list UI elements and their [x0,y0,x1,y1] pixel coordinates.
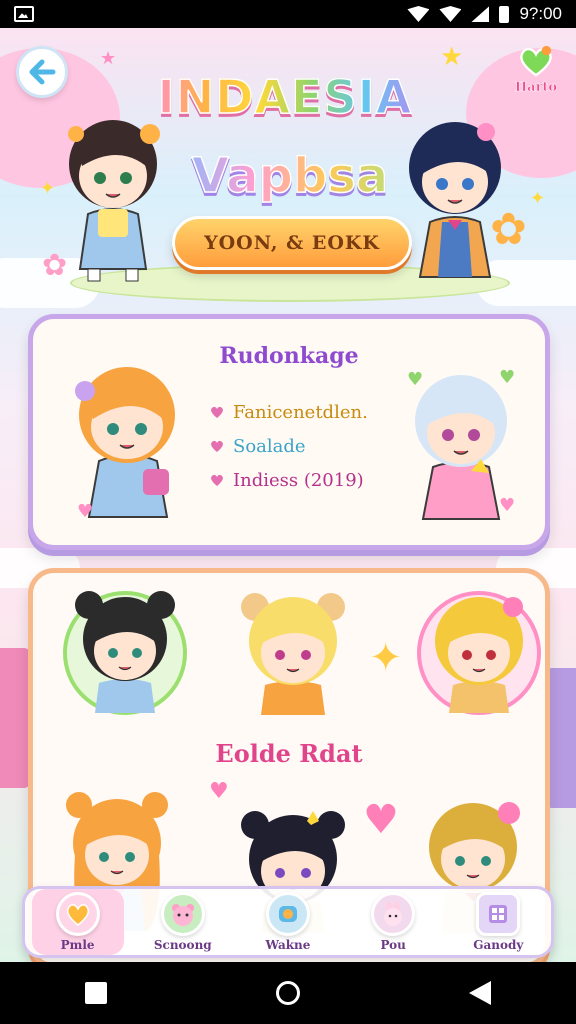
chibi-girl-brown-hair [58,94,168,284]
gallery-notification-icon [14,6,34,22]
heart-deco-icon: ♥ [407,369,424,390]
info-item-2: Soalade [209,429,429,463]
info-text: Indiess (2019) [233,469,364,491]
bear-icon [160,892,205,936]
heart-icon [520,45,552,77]
square-icon [85,982,107,1004]
page-subtitle: Vapbsa [180,147,400,205]
nav-label: Wakne [265,938,311,952]
sunflower-icon: ✿ [490,204,527,255]
sparkle-icon: ★ [100,48,117,69]
back-system-button[interactable] [460,973,500,1013]
grid-icon [476,892,521,936]
info-item-3: Indiess (2019) [209,463,429,497]
heart-bullet-icon [211,474,223,486]
nav-label: Scnoong [153,938,212,952]
sparkle-icon: ✦ [530,188,546,209]
back-button[interactable] [16,46,68,98]
star-icon: ✦ [369,635,403,681]
clock: 9?:00 [519,4,562,23]
arrow-left-icon [29,59,56,85]
avatar-bear-ears-black[interactable] [69,583,181,713]
page-title: INDAESIA [150,69,420,125]
nav-label: Ganody [473,938,524,952]
nav-item-wakne[interactable]: Wakne [242,889,334,955]
home-button[interactable] [268,973,308,1013]
info-item-1: Fanicenetdlen. [209,395,429,429]
nav-item-scnoong[interactable]: Scnoong [137,889,229,955]
chibi-girl-navy-hair [400,102,510,292]
heart-deco-icon: ♥ [77,501,94,522]
sticker-icon [265,892,310,936]
app-screen: ★ ★ ✦ ✦ Harto INDAESIA Vapbsa ✿ ✿ YOON, … [0,28,576,962]
info-text: Fanicenetdlen. [233,401,368,423]
status-bar: 9?:00 [0,0,576,28]
heart-bullet-icon [211,406,223,418]
bunny-icon [371,892,416,936]
heart-deco-icon: ♥ [499,495,516,516]
nav-item-pmle[interactable]: Pmle [31,889,124,955]
bottom-navigation: Pmle Scnoong Wakne Pou Ganody [22,886,554,958]
profile-card: Rudonkage Fanicenetdlen. Soalade Indiess… [28,314,550,550]
avatar-bear-ears-blonde[interactable] [233,585,353,715]
avatar-blonde-flower[interactable] [423,585,535,713]
main-action-label: YOON, & EOKK [204,232,380,254]
heart-icon [55,892,100,936]
heart-bullet-icon [211,440,223,452]
circle-icon [276,981,300,1005]
harto-label: Harto [514,80,558,95]
system-navigation-bar [0,962,576,1024]
big-heart-icon: ♥ [363,797,399,843]
main-action-button[interactable]: YOON, & EOKK [172,216,412,270]
nav-label: Pou [380,938,406,952]
house-left [0,648,30,788]
recent-apps-button[interactable] [76,973,116,1013]
battery-icon [499,5,510,23]
profile-info-list: Fanicenetdlen. Soalade Indiess (2019) [209,395,429,497]
nav-label: Pmle [60,938,95,952]
nav-item-ganody[interactable]: Ganody [452,889,544,955]
harto-button[interactable]: Harto [510,44,562,95]
signal-shape-icon [407,6,430,22]
cell-signal-icon [471,6,490,22]
info-text: Soalade [233,435,306,457]
heart-deco-icon: ♥ [499,367,516,388]
triangle-back-icon [469,981,491,1005]
house-right [546,668,576,808]
flower-icon: ✿ [42,248,68,283]
nav-item-pou[interactable]: Pou [347,889,439,955]
sparkle-icon: ✦ [40,178,56,199]
gallery-card-title: Eolde Rdat [215,739,363,768]
wifi-icon [439,6,462,22]
star-icon: ★ [440,42,464,72]
heart-deco-icon: ♥ [209,779,229,804]
